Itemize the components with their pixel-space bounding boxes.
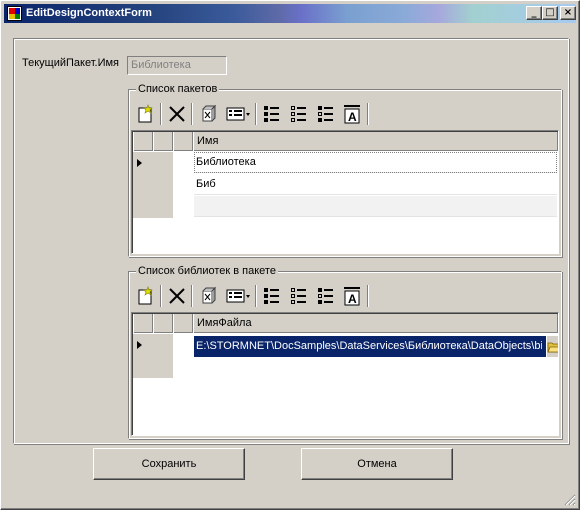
current-package-field[interactable]: Библиотека — [127, 56, 227, 75]
libraries-grid: ИмяФайла E:\STORMNET\DocSamples\DataServ… — [131, 312, 559, 436]
list-unchecked-icon[interactable] — [288, 103, 310, 125]
current-package-label: ТекущийПакет.Имя — [22, 57, 120, 69]
libraries-group: Список библиотек в пакете A ИмяФайла E:\… — [128, 265, 562, 439]
folder-open-icon[interactable] — [546, 336, 558, 357]
table-row[interactable]: Библиотека — [194, 152, 557, 173]
list-unchecked-icon[interactable] — [288, 285, 310, 307]
list-check-icon[interactable] — [315, 103, 337, 125]
font-icon[interactable]: A — [341, 103, 363, 125]
libraries-group-title: Список библиотек в пакете — [136, 265, 278, 278]
delete-icon[interactable] — [166, 285, 188, 307]
title-bar[interactable]: EditDesignContextForm _ □ × — [4, 4, 576, 23]
new-icon[interactable] — [135, 285, 157, 307]
packages-grid: Имя Библиотека Биб — [131, 130, 559, 254]
svg-text:A: A — [348, 110, 357, 124]
font-icon[interactable]: A — [341, 285, 363, 307]
list-check-icon[interactable] — [315, 285, 337, 307]
delete-icon[interactable] — [166, 103, 188, 125]
save-button[interactable]: Сохранить — [93, 448, 245, 480]
packages-grid-header: Имя — [133, 132, 558, 151]
layout-icon[interactable] — [225, 103, 251, 125]
libraries-grid-header: ИмяФайла — [133, 314, 558, 333]
cancel-button[interactable]: Отмена — [301, 448, 453, 480]
column-header-filename[interactable]: ИмяФайла — [193, 314, 558, 333]
maximize-button[interactable]: □ — [542, 6, 558, 20]
current-row-arrow-icon — [137, 341, 142, 349]
list-checked-icon[interactable] — [261, 103, 283, 125]
packages-group: Список пакетов A Имя Библиотека Биб — [128, 83, 562, 257]
packages-toolbar: A — [133, 100, 393, 128]
current-row-arrow-icon — [137, 159, 142, 167]
packages-group-title: Список пакетов — [136, 83, 220, 96]
table-row[interactable]: E:\STORMNET\DocSamples\DataServices\Библ… — [194, 336, 547, 357]
column-header-name[interactable]: Имя — [193, 132, 558, 151]
minimize-button[interactable]: _ — [526, 6, 542, 20]
new-icon[interactable] — [135, 103, 157, 125]
list-checked-icon[interactable] — [261, 285, 283, 307]
app-icon — [7, 6, 22, 21]
libraries-toolbar: A — [133, 282, 393, 310]
recycle-icon[interactable] — [197, 285, 219, 307]
close-button[interactable]: × — [560, 6, 576, 20]
recycle-icon[interactable] — [197, 103, 219, 125]
layout-icon[interactable] — [225, 285, 251, 307]
resize-grip-icon[interactable] — [564, 494, 576, 506]
window-title: EditDesignContextForm — [26, 7, 152, 19]
table-row[interactable]: Биб — [194, 174, 557, 195]
edit-design-context-window: EditDesignContextForm _ □ × ТекущийПакет… — [0, 0, 580, 510]
new-row[interactable] — [194, 196, 557, 217]
svg-text:A: A — [348, 292, 357, 306]
